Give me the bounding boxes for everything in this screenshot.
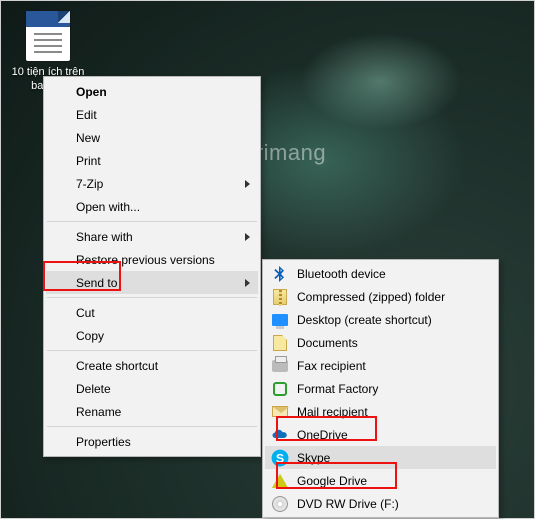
submenu-label: Mail recipient (297, 405, 368, 419)
submenu-item-bluetooth[interactable]: Bluetooth device (265, 262, 496, 285)
desktop[interactable]: 10 tiện ích trên ba nên uantrimang Open … (0, 0, 535, 519)
fax-icon (271, 357, 289, 375)
skype-icon: S (271, 449, 289, 467)
separator (47, 350, 257, 351)
submenu-item-format-factory[interactable]: Format Factory (265, 377, 496, 400)
format-factory-icon (271, 380, 289, 398)
submenu-item-skype[interactable]: S Skype (265, 446, 496, 469)
submenu-label: Google Drive (297, 474, 367, 488)
word-document-icon (26, 11, 70, 61)
submenu-label: Documents (297, 336, 358, 350)
separator (47, 221, 257, 222)
documents-icon (271, 334, 289, 352)
menu-item-send-to[interactable]: Send to (46, 271, 258, 294)
submenu-label: Fax recipient (297, 359, 366, 373)
chevron-right-icon (245, 180, 250, 188)
submenu-label: DVD RW Drive (F:) (297, 497, 399, 511)
menu-item-new[interactable]: New (46, 126, 258, 149)
menu-item-copy[interactable]: Copy (46, 324, 258, 347)
svg-text:S: S (276, 451, 284, 465)
submenu-item-fax[interactable]: Fax recipient (265, 354, 496, 377)
submenu-label: OneDrive (297, 428, 348, 442)
google-drive-icon (271, 472, 289, 490)
menu-item-properties[interactable]: Properties (46, 430, 258, 453)
menu-item-share-with[interactable]: Share with (46, 225, 258, 248)
submenu-item-dvd-drive[interactable]: DVD RW Drive (F:) (265, 492, 496, 515)
zip-folder-icon (271, 288, 289, 306)
sendto-submenu: Bluetooth device Compressed (zipped) fol… (262, 259, 499, 518)
menu-item-print[interactable]: Print (46, 149, 258, 172)
menu-item-restore-versions[interactable]: Restore previous versions (46, 248, 258, 271)
context-menu: Open Edit New Print 7-Zip Open with... S… (43, 76, 261, 457)
desktop-icon (271, 311, 289, 329)
chevron-right-icon (245, 233, 250, 241)
disc-icon (271, 495, 289, 513)
bluetooth-icon (271, 265, 289, 283)
submenu-label: Compressed (zipped) folder (297, 290, 445, 304)
submenu-label: Format Factory (297, 382, 378, 396)
submenu-item-google-drive[interactable]: Google Drive (265, 469, 496, 492)
submenu-label: Desktop (create shortcut) (297, 313, 432, 327)
separator (47, 297, 257, 298)
menu-item-7zip[interactable]: 7-Zip (46, 172, 258, 195)
submenu-item-documents[interactable]: Documents (265, 331, 496, 354)
mail-icon (271, 403, 289, 421)
submenu-label: Skype (297, 451, 330, 465)
onedrive-icon (271, 426, 289, 444)
separator (47, 426, 257, 427)
submenu-item-onedrive[interactable]: OneDrive (265, 423, 496, 446)
menu-item-rename[interactable]: Rename (46, 400, 258, 423)
submenu-item-compressed-folder[interactable]: Compressed (zipped) folder (265, 285, 496, 308)
menu-item-cut[interactable]: Cut (46, 301, 258, 324)
menu-item-edit[interactable]: Edit (46, 103, 258, 126)
menu-item-open-with[interactable]: Open with... (46, 195, 258, 218)
submenu-label: Bluetooth device (297, 267, 386, 281)
menu-item-create-shortcut[interactable]: Create shortcut (46, 354, 258, 377)
chevron-right-icon (245, 279, 250, 287)
menu-item-open[interactable]: Open (46, 80, 258, 103)
submenu-item-mail[interactable]: Mail recipient (265, 400, 496, 423)
menu-item-delete[interactable]: Delete (46, 377, 258, 400)
submenu-item-desktop-shortcut[interactable]: Desktop (create shortcut) (265, 308, 496, 331)
